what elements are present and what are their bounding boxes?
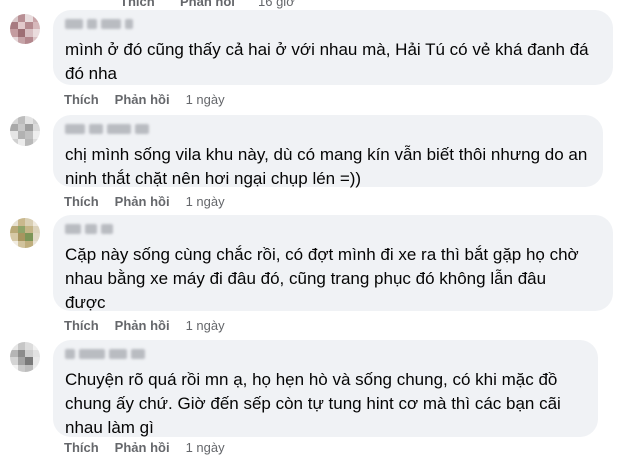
comment-time[interactable]: 1 ngày xyxy=(186,194,225,209)
like-button[interactable]: Thích xyxy=(64,194,99,209)
comment-bubble: chị mình sống vila khu này, dù có mang k… xyxy=(53,115,603,188)
comment-time[interactable]: 1 ngày xyxy=(186,318,225,333)
commenter-name[interactable] xyxy=(65,19,601,31)
commenter-name[interactable] xyxy=(65,349,586,361)
comment-line: Chuyện rõ quá rồi mn ạ, họ hẹn hò và sốn… xyxy=(65,370,558,389)
comment-line: nhau làm gì xyxy=(65,418,154,437)
comment-time: 16 giờ xyxy=(258,0,295,9)
comment-line: Cặp này sống cùng chắc rồi, có đợt mình … xyxy=(65,245,579,264)
comment-line: đó nha xyxy=(65,64,117,83)
avatar[interactable] xyxy=(10,342,40,372)
comment-text: chị mình sống vila khu này, dù có mang k… xyxy=(65,143,591,191)
comment-actions: Thích Phản hồi 1 ngày xyxy=(64,194,225,209)
comment-line: ninh thắt chặt nên hơi ngại chụp lén =)) xyxy=(65,169,362,188)
commenter-name[interactable] xyxy=(65,224,601,236)
avatar[interactable] xyxy=(10,14,40,44)
reply-button[interactable]: Phản hồi xyxy=(180,0,235,9)
comment-actions: Thích Phản hồi 1 ngày xyxy=(64,92,225,107)
like-button[interactable]: Thích xyxy=(64,440,99,455)
comment-actions: Thích Phản hồi 1 ngày xyxy=(64,440,225,455)
commenter-name[interactable] xyxy=(65,124,591,136)
avatar[interactable] xyxy=(10,218,40,248)
previous-comment-actions: Thích Phản hồi 16 giờ xyxy=(0,0,620,9)
like-button[interactable]: Thích xyxy=(64,318,99,333)
reply-button[interactable]: Phản hồi xyxy=(115,92,170,107)
comment-line: chị mình sống vila khu này, dù có mang k… xyxy=(65,145,588,164)
comment-time[interactable]: 1 ngày xyxy=(186,440,225,455)
comment-line: mình ở đó cũng thấy cả hai ở với nhau mà… xyxy=(65,40,589,59)
comment-line: chung ấy chứ. Giờ đến sếp còn tự tung hi… xyxy=(65,394,561,413)
comment-text: mình ở đó cũng thấy cả hai ở với nhau mà… xyxy=(65,38,601,86)
reply-button[interactable]: Phản hồi xyxy=(115,318,170,333)
like-button[interactable]: Thích xyxy=(64,92,99,107)
comment-actions: Thích Phản hồi 1 ngày xyxy=(64,318,225,333)
comment-bubble: Chuyện rõ quá rồi mn ạ, họ hẹn hò và sốn… xyxy=(53,340,598,437)
comment-line: nhau bằng xe máy đi đâu đó, cũng trang p… xyxy=(65,269,547,288)
comment-time[interactable]: 1 ngày xyxy=(186,92,225,107)
avatar[interactable] xyxy=(10,116,40,146)
comment-text: Cặp này sống cùng chắc rồi, có đợt mình … xyxy=(65,243,601,315)
reply-button[interactable]: Phản hồi xyxy=(115,440,170,455)
comment-bubble: mình ở đó cũng thấy cả hai ở với nhau mà… xyxy=(53,10,613,85)
comment-bubble: Cặp này sống cùng chắc rồi, có đợt mình … xyxy=(53,215,613,312)
comment-line: được xyxy=(65,293,106,312)
reply-button[interactable]: Phản hồi xyxy=(115,194,170,209)
comment-text: Chuyện rõ quá rồi mn ạ, họ hẹn hò và sốn… xyxy=(65,368,586,440)
like-button[interactable]: Thích xyxy=(120,0,155,9)
